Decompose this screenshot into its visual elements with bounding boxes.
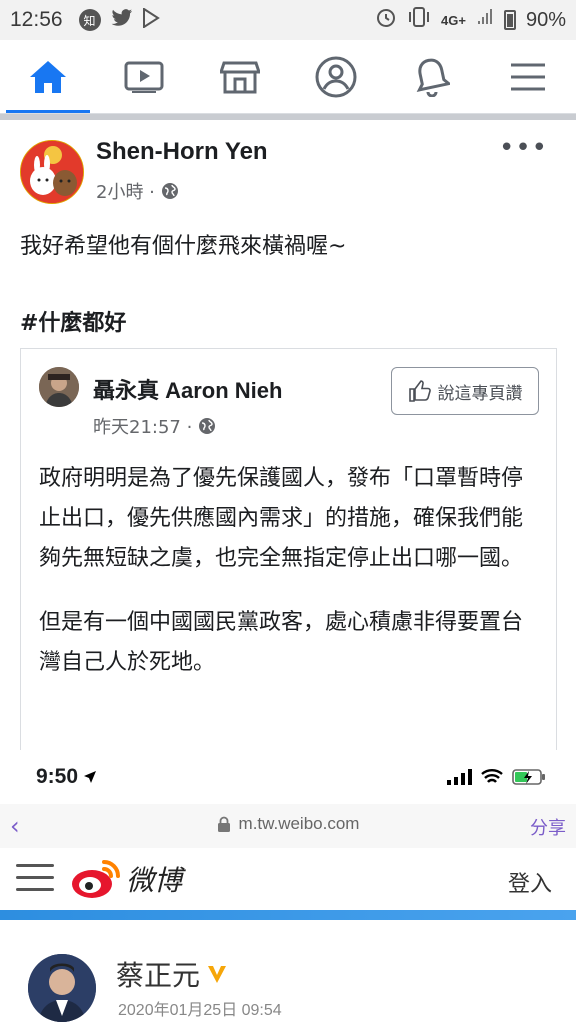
battery-icon bbox=[503, 10, 516, 30]
nav-marketplace[interactable] bbox=[192, 40, 288, 113]
shared-post-body: 政府明明是為了優先保護國人，發布「口罩暫時停止出口，優先供應國內需求」的措施，確… bbox=[39, 459, 539, 707]
battery-charging-icon bbox=[512, 769, 545, 785]
wifi-icon bbox=[481, 769, 503, 783]
shared-meta: 昨天21:57 · bbox=[93, 413, 216, 439]
ios-status-right bbox=[446, 768, 546, 786]
embedded-ios-status-bar: 9:50 bbox=[0, 750, 576, 804]
post-text: 我好希望他有個什麼飛來橫禍喔~ bbox=[20, 234, 347, 259]
avatar[interactable] bbox=[28, 954, 96, 1022]
nav-home[interactable] bbox=[0, 40, 96, 113]
4g-signal-icon bbox=[476, 8, 494, 32]
lock-icon bbox=[217, 816, 230, 832]
nav-profile[interactable] bbox=[288, 40, 384, 113]
profile-icon bbox=[315, 56, 357, 97]
login-button[interactable]: 登入 bbox=[508, 866, 552, 898]
ios-time: 9:50 bbox=[36, 765, 79, 788]
verified-v-icon bbox=[208, 966, 227, 983]
weibo-eye-icon bbox=[72, 860, 120, 898]
shared-paragraph: 但是有一個中國國民黨政客，處心積慮非得要置台灣自己人於死地。 bbox=[39, 610, 524, 675]
shared-author[interactable]: 聶永真 Aaron Nieh bbox=[93, 373, 282, 405]
facebook-nav-bar bbox=[0, 40, 576, 114]
nav-menu[interactable] bbox=[480, 40, 576, 113]
weibo-post-date: 2020年01月25日 09:54 bbox=[118, 1002, 282, 1019]
shared-post-card[interactable]: 聶永真 Aaron Nieh 昨天21:57 · 說這專頁讚 政府明明是為了優先… bbox=[20, 348, 557, 758]
more-options-icon[interactable]: ••• bbox=[499, 135, 548, 161]
status-time: 12:56 bbox=[10, 8, 63, 31]
weibo-user-label: 蔡正元 bbox=[116, 959, 201, 992]
weibo-user-name[interactable]: 蔡正元 bbox=[116, 954, 228, 994]
nav-watch[interactable] bbox=[96, 40, 192, 113]
watch-icon bbox=[124, 61, 164, 93]
vibrate-icon bbox=[407, 7, 431, 33]
post-author[interactable]: Shen-Horn Yen bbox=[96, 138, 268, 166]
weibo-logo[interactable]: 微博 bbox=[70, 858, 182, 900]
like-page-label: 說這專頁讚 bbox=[437, 383, 523, 404]
menu-icon bbox=[511, 63, 545, 90]
status-left: 12:56 知 bbox=[10, 6, 161, 33]
url-text: m.tw.weibo.com bbox=[238, 814, 360, 833]
avatar[interactable] bbox=[20, 140, 84, 204]
android-status-bar: 12:56 知 4G+ 90% bbox=[0, 0, 576, 40]
shared-avatar[interactable] bbox=[39, 367, 79, 407]
twitter-icon bbox=[111, 8, 133, 33]
shared-time[interactable]: 昨天21:57 · bbox=[93, 413, 192, 439]
share-button[interactable]: 分享 bbox=[530, 814, 566, 840]
notifications-icon bbox=[416, 58, 450, 97]
weibo-wordmark: 微博 bbox=[126, 864, 183, 897]
feed-post: Shen-Horn Yen 2小時 · ••• 我好希望他有個什麼飛來橫禍喔~ … bbox=[0, 120, 576, 758]
post-hashtag[interactable]: #什麼都好 bbox=[20, 305, 126, 337]
like-page-button[interactable]: 說這專頁讚 bbox=[391, 367, 539, 415]
home-icon bbox=[30, 60, 66, 93]
cellular-signal-icon bbox=[447, 769, 472, 785]
browser-url-bar: ‹ m.tw.weibo.com 分享 bbox=[0, 804, 576, 848]
alarm-icon bbox=[375, 6, 397, 34]
status-right: 4G+ 90% bbox=[375, 6, 566, 34]
shared-paragraph: 政府明明是為了優先保護國人，發布「口罩暫時停止出口，優先供應國內需求」的措施，確… bbox=[39, 466, 524, 571]
weibo-post: 蔡正元 2020年01月25日 09:54 bbox=[0, 920, 576, 1024]
globe-icon bbox=[199, 418, 216, 434]
globe-icon bbox=[161, 183, 178, 199]
battery-percent: 90% bbox=[525, 8, 566, 31]
location-arrow-icon bbox=[84, 771, 97, 783]
post-meta: 2小時 · bbox=[96, 178, 179, 204]
weibo-header: 微博 登入 bbox=[0, 848, 576, 910]
post-time[interactable]: 2小時 · bbox=[96, 178, 155, 204]
marketplace-icon bbox=[220, 61, 260, 93]
hamburger-menu-icon[interactable] bbox=[16, 864, 54, 894]
nav-notifications[interactable] bbox=[384, 40, 480, 113]
network-type: 4G+ bbox=[441, 12, 466, 28]
play-store-icon bbox=[142, 6, 161, 33]
url-display[interactable]: m.tw.weibo.com bbox=[0, 814, 576, 834]
weibo-header-stripe bbox=[0, 910, 576, 920]
thumbs-up-icon bbox=[408, 380, 431, 402]
zhihu-icon: 知 bbox=[78, 9, 101, 31]
